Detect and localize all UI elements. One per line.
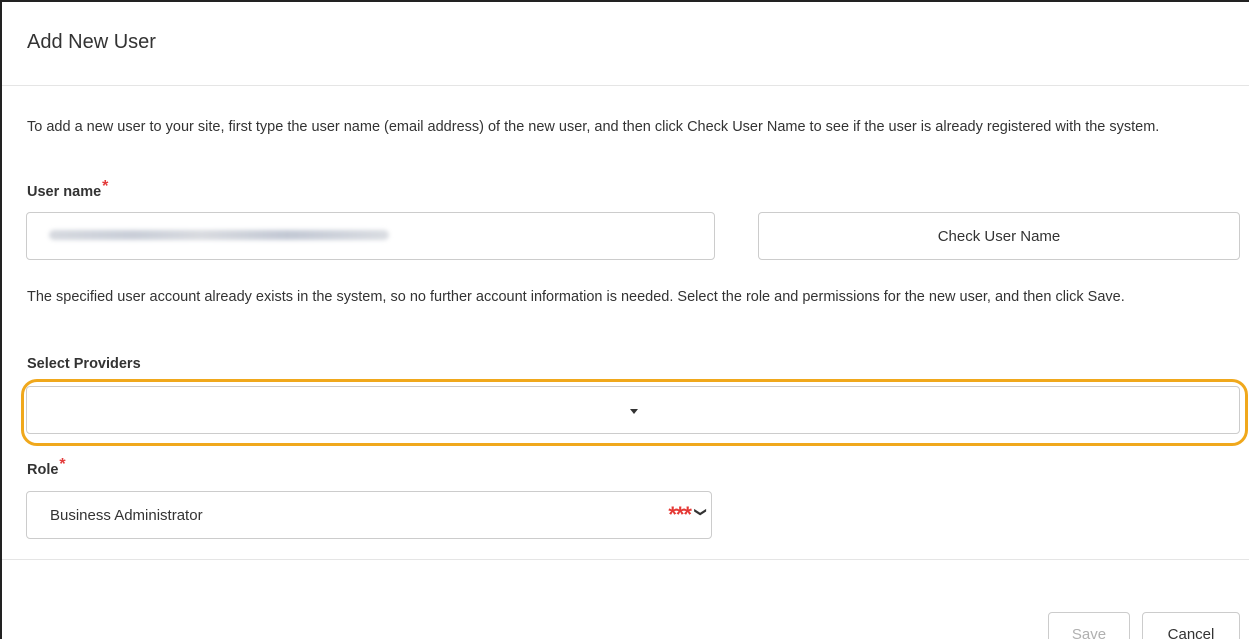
dialog-header: Add New User: [2, 2, 1249, 86]
chevron-down-icon: ❯: [693, 506, 708, 518]
footer-divider: [2, 559, 1249, 560]
role-required-marker: ***: [668, 502, 692, 527]
intro-text: To add a new user to your site, first ty…: [27, 119, 1160, 135]
required-star-icon: *: [59, 456, 66, 473]
required-star-icon: *: [102, 178, 109, 195]
account-exists-message: The specified user account already exist…: [27, 289, 1125, 305]
role-label-text: Role: [27, 462, 59, 478]
dialog-title: Add New User: [27, 31, 156, 53]
select-providers-label: Select Providers: [27, 356, 141, 372]
add-user-dialog: Add New User To add a new user to your s…: [0, 0, 1249, 639]
providers-highlight-outline: [21, 379, 1248, 446]
role-selected-value: Business Administrator: [50, 507, 203, 524]
cancel-button[interactable]: Cancel: [1142, 612, 1240, 639]
role-select[interactable]: Business Administrator *** ❯: [26, 491, 712, 539]
role-label: Role*: [27, 456, 66, 479]
username-label-text: User name: [27, 184, 102, 200]
username-input[interactable]: [26, 212, 715, 260]
username-label: User name*: [27, 178, 108, 201]
check-user-name-button[interactable]: Check User Name: [758, 212, 1240, 260]
blurred-email-value: [49, 230, 389, 240]
save-button[interactable]: Save: [1048, 612, 1130, 639]
